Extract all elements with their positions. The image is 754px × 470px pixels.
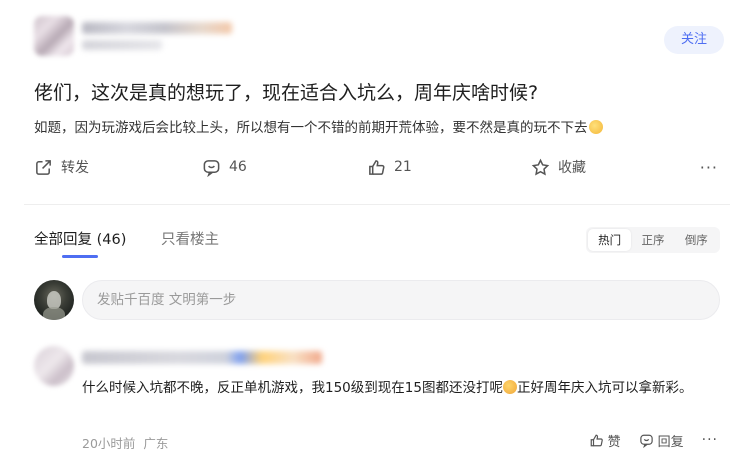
- thumbs-up-icon: [369, 159, 385, 175]
- more-options-button[interactable]: ···: [700, 154, 718, 180]
- tab-all-replies[interactable]: 全部回复 (46): [34, 228, 126, 249]
- sort-asc-button[interactable]: 正序: [631, 229, 674, 251]
- comment-like-button[interactable]: 赞: [589, 431, 621, 450]
- star-icon: [531, 158, 550, 175]
- like-button[interactable]: 21: [367, 154, 412, 180]
- comment-reply-label: 回复: [657, 434, 684, 450]
- comment-meta: 20小时前 广东: [82, 433, 168, 452]
- comment-count: 46: [229, 159, 247, 175]
- share-icon: [36, 159, 51, 175]
- comment-button[interactable]: 46: [202, 154, 247, 180]
- sort-desc-button[interactable]: 倒序: [675, 229, 718, 251]
- comment-like-label: 赞: [607, 434, 621, 450]
- reply-input[interactable]: [82, 280, 720, 320]
- emoji-icon: [502, 380, 517, 394]
- comment-more-button[interactable]: ···: [702, 432, 718, 448]
- active-tab-indicator: [62, 255, 98, 258]
- post-title: 佬们，这次是真的想玩了，现在适合入坑么，周年庆啥时候?: [34, 82, 539, 104]
- author-meta-blurred: [82, 40, 162, 50]
- comment-reply-button[interactable]: 回复: [639, 431, 684, 450]
- comment-icon: [639, 434, 653, 448]
- more-dots-icon: ···: [699, 157, 718, 177]
- section-divider: [24, 204, 730, 205]
- comment-actions: 赞 回复 ···: [589, 430, 718, 450]
- sort-hot-button[interactable]: 热门: [588, 229, 632, 251]
- comment-text: 什么时候入坑都不晚，反正单机游戏，我150级到现在15图都还没打呢 正好周年庆入坑…: [82, 376, 722, 401]
- comment-time: 20小时前: [82, 436, 136, 451]
- favorite-button[interactable]: 收藏: [531, 154, 586, 180]
- commenter-name-blurred[interactable]: [82, 351, 322, 364]
- tab-op-only[interactable]: 只看楼主: [161, 228, 219, 249]
- favorite-label: 收藏: [558, 160, 586, 176]
- post-author-row: 关注: [34, 16, 724, 68]
- thumbs-up-icon: [590, 434, 603, 446]
- post-body-text: 如题，因为玩游戏后会比较上头，所以想有一个不错的前期开荒体验，要不然是真的玩不下…: [34, 120, 588, 136]
- author-avatar[interactable]: [34, 16, 74, 56]
- sort-toggle: 热门 正序 倒序: [586, 227, 720, 253]
- like-count: 21: [394, 159, 412, 175]
- emoji-icon: [588, 120, 603, 134]
- post-actions: 转发 46 21 收藏 ···: [34, 154, 724, 180]
- comment-location: 广东: [143, 436, 169, 451]
- follow-button[interactable]: 关注: [664, 26, 724, 54]
- commenter-avatar[interactable]: [34, 346, 74, 386]
- share-button[interactable]: 转发: [34, 154, 89, 180]
- comment-icon: [203, 159, 220, 177]
- comment-text-part1: 什么时候入坑都不晚，反正单机游戏，我150级到现在15图都还没打呢: [82, 380, 503, 396]
- post-body: 如题，因为玩游戏后会比较上头，所以想有一个不错的前期开荒体验，要不然是真的玩不下…: [34, 116, 603, 136]
- current-user-avatar[interactable]: [34, 280, 74, 320]
- share-label: 转发: [61, 160, 89, 176]
- more-dots-icon: ···: [701, 432, 718, 448]
- comment-text-part2: 正好周年庆入坑可以拿新彩。: [516, 380, 693, 396]
- author-name-blurred[interactable]: [82, 22, 232, 34]
